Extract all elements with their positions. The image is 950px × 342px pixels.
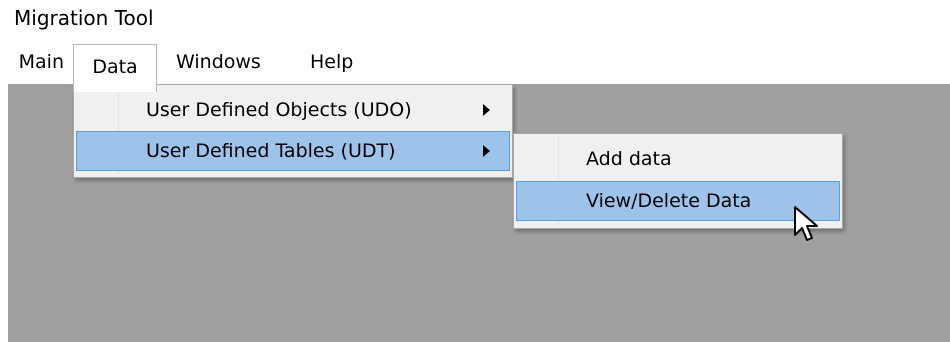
title-bar: Migration Tool xyxy=(0,0,950,40)
menu-item-add-data[interactable]: Add data xyxy=(516,139,840,179)
menu-item-view-delete-data-label: View/Delete Data xyxy=(586,190,752,212)
menu-windows[interactable]: Windows xyxy=(176,47,261,78)
left-edge xyxy=(0,40,8,342)
arrow-cursor-icon xyxy=(793,205,821,243)
menu-main-label: Main xyxy=(18,51,64,73)
window-title: Migration Tool xyxy=(14,6,154,30)
menu-data[interactable]: Data xyxy=(73,44,157,92)
data-menu-dropdown: User Defined Objects (UDO) User Defined … xyxy=(73,84,513,178)
menu-item-udt-label: User Defined Tables (UDT) xyxy=(146,140,396,162)
submenu-arrow-icon xyxy=(483,145,490,157)
menu-item-udo-label: User Defined Objects (UDO) xyxy=(146,99,412,121)
menu-item-view-delete-data[interactable]: View/Delete Data xyxy=(516,181,840,221)
menu-bar: Main Windows Help Data xyxy=(0,40,950,92)
menu-item-udo[interactable]: User Defined Objects (UDO) xyxy=(76,90,510,130)
menu-main[interactable]: Main xyxy=(0,47,68,78)
menu-item-udt[interactable]: User Defined Tables (UDT) xyxy=(76,131,510,171)
submenu-arrow-icon xyxy=(483,104,490,116)
menu-help[interactable]: Help xyxy=(310,47,353,78)
menu-item-add-data-label: Add data xyxy=(586,148,672,170)
